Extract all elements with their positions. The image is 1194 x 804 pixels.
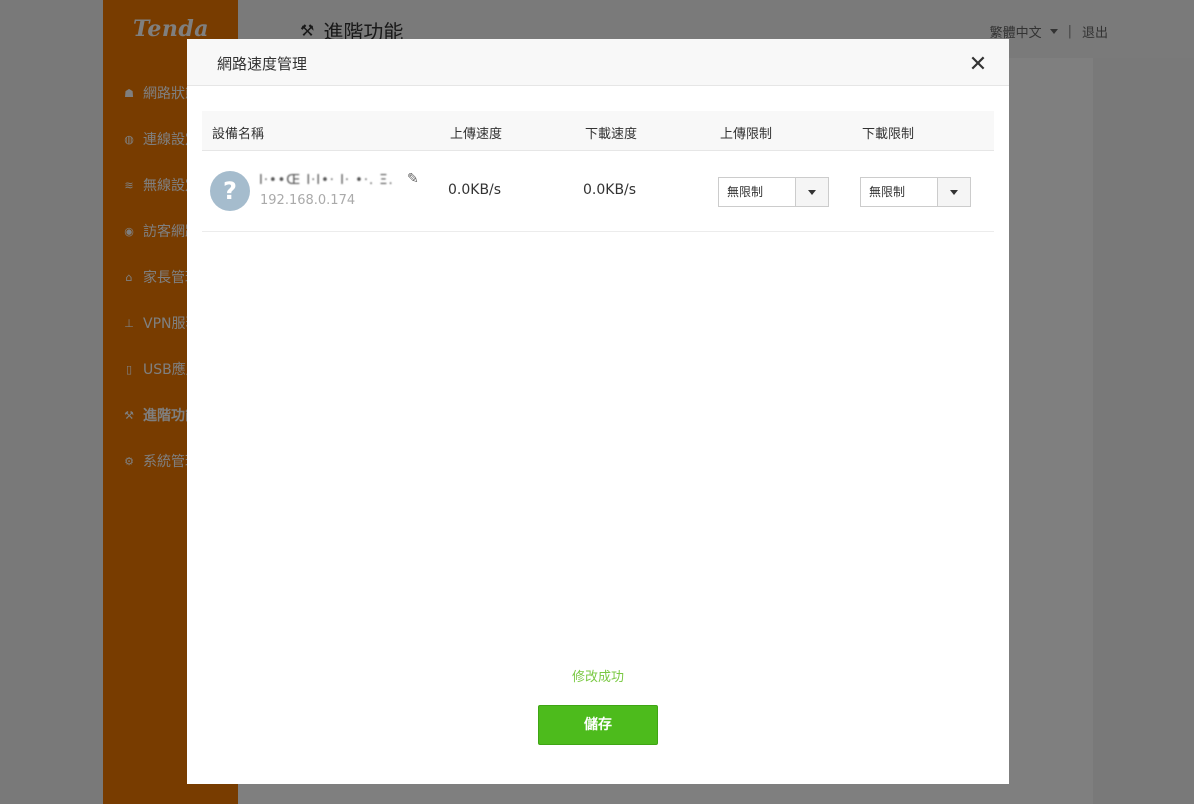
modal-title: 網路速度管理	[217, 55, 308, 73]
status-message: 修改成功	[571, 670, 624, 685]
col-upload-speed: 上傳速度	[450, 127, 503, 142]
caret-down-icon	[808, 189, 816, 195]
col-upload-limit: 上傳限制	[720, 127, 773, 142]
device-table: 設備名稱 上傳速度 下載速度 上傳限制 下載限制 ? I·••Œ I·I•· I…	[202, 111, 994, 232]
upload-speed-value: 0.0KB/s	[448, 182, 502, 198]
col-download-speed: 下載速度	[585, 127, 638, 142]
upload-limit-dropdown-button[interactable]	[795, 178, 828, 206]
download-limit-select[interactable]: 無限制	[860, 177, 971, 207]
table-header: 設備名稱 上傳速度 下載速度 上傳限制 下載限制	[202, 111, 994, 151]
speed-management-modal: 網路速度管理 ✕ 設備名稱 上傳速度 下載速度 上傳限制 下載限制 ? I·••…	[187, 39, 1009, 784]
caret-down-icon	[950, 189, 958, 195]
download-limit-value[interactable]: 無限制	[861, 178, 937, 206]
edit-icon[interactable]: ✎	[407, 171, 419, 187]
close-icon[interactable]: ✕	[967, 54, 989, 76]
save-button[interactable]: 儲存	[538, 705, 658, 745]
download-speed-value: 0.0KB/s	[583, 182, 637, 198]
col-device-name: 設備名稱	[212, 127, 265, 142]
upload-limit-select[interactable]: 無限制	[718, 177, 829, 207]
device-ip: 192.168.0.174	[260, 193, 356, 208]
modal-header: 網路速度管理 ✕	[187, 39, 1009, 86]
upload-limit-value[interactable]: 無限制	[719, 178, 795, 206]
unknown-device-icon: ?	[210, 171, 250, 211]
download-limit-dropdown-button[interactable]	[937, 178, 970, 206]
device-name: I·••Œ I·I•· I· •·. Ξ.	[259, 173, 394, 188]
table-row: ? I·••Œ I·I•· I· •·. Ξ. ✎ 192.168.0.174 …	[202, 151, 994, 232]
col-download-limit: 下載限制	[862, 127, 915, 142]
app-root: Tenda ☗ 網路狀態 ◍ 連線設定 ≋ 無線設定 ◉ 訪客網路 ⌂ 家長管理	[0, 0, 1194, 804]
